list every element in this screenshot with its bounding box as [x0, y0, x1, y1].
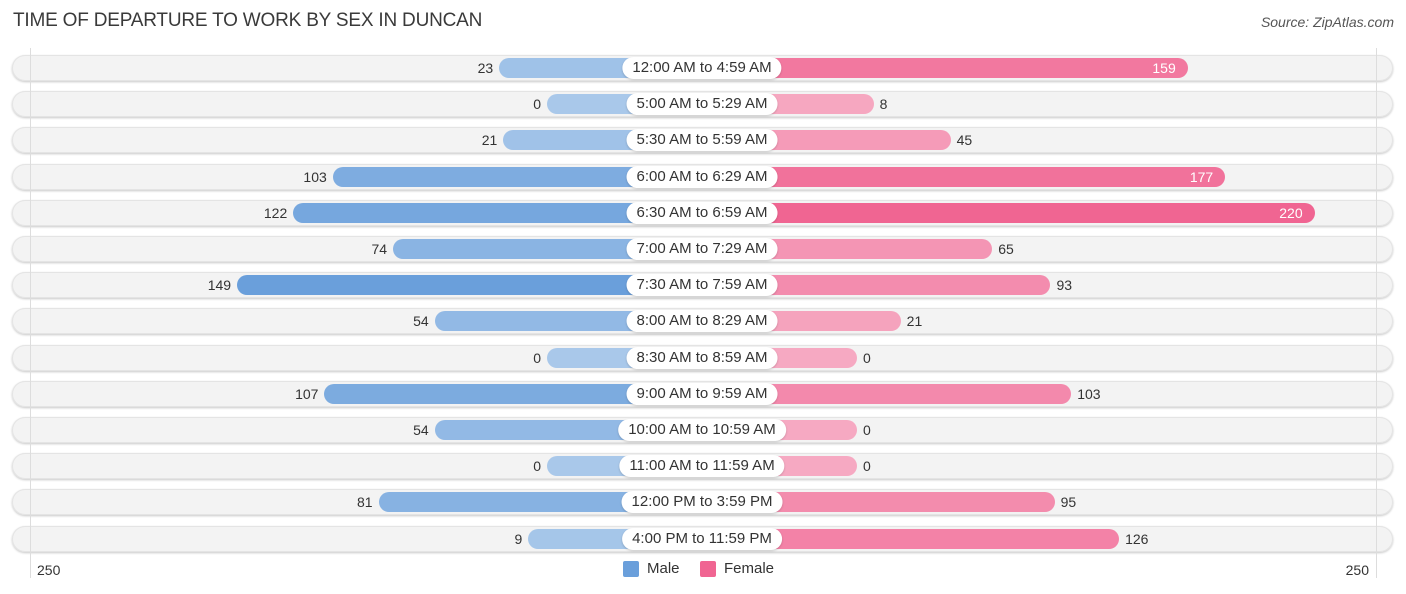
category-label: 7:00 AM to 7:29 AM	[626, 238, 778, 260]
value-label-female: 95	[1060, 494, 1077, 511]
value-label-male: 74	[371, 241, 388, 257]
category-label: 8:00 AM to 8:29 AM	[626, 310, 778, 333]
value-label-female: 21	[906, 313, 923, 330]
value-label-male: 54	[413, 313, 429, 330]
value-label-female: 220	[1279, 204, 1303, 221]
value-label-male: 149	[207, 277, 232, 294]
value-label-female: 45	[956, 132, 973, 149]
category-label: 12:00 PM to 3:59 PM	[621, 491, 783, 514]
legend-swatch-male	[623, 560, 639, 577]
category-label: 4:00 PM to 11:59 PM	[622, 527, 782, 550]
value-label-male: 107	[295, 385, 319, 402]
value-label-female: 159	[1152, 60, 1176, 76]
value-label-female: 93	[1056, 277, 1073, 294]
value-label-female: 177	[1189, 168, 1214, 185]
legend-label-female: Female	[724, 560, 775, 577]
value-label-male: 9	[514, 530, 523, 547]
value-label-male: 0	[533, 458, 541, 475]
bar-female[interactable]	[702, 202, 1315, 223]
value-label-female: 8	[879, 96, 888, 113]
category-label: 9:00 AM to 9:59 AM	[626, 382, 778, 405]
value-label-male: 0	[533, 349, 541, 366]
bar-female[interactable]	[702, 166, 1226, 187]
category-label: 5:00 AM to 5:29 AM	[626, 93, 778, 116]
value-label-female: 0	[863, 458, 871, 475]
legend-label-male: Male	[647, 560, 680, 577]
value-label-male: 122	[263, 204, 288, 221]
value-label-female: 103	[1077, 385, 1101, 402]
category-label: 7:30 AM to 7:59 AM	[626, 274, 778, 297]
axis-line-right	[1376, 48, 1377, 578]
axis-line-left	[30, 48, 31, 578]
category-label: 12:00 AM to 4:59 AM	[622, 57, 782, 79]
category-label: 8:30 AM to 8:59 AM	[626, 346, 778, 369]
value-label-male: 0	[533, 96, 541, 113]
category-label: 6:30 AM to 6:59 AM	[626, 201, 778, 224]
value-label-female: 65	[998, 241, 1014, 257]
legend: Male Female	[0, 560, 1406, 580]
value-label-male: 103	[303, 168, 327, 185]
source-label: Source: ZipAtlas.com	[1260, 14, 1394, 30]
category-label: 6:00 AM to 6:29 AM	[626, 165, 778, 188]
value-label-male: 54	[413, 422, 429, 438]
value-label-female: 0	[863, 422, 871, 438]
category-label: 11:00 AM to 11:59 AM	[619, 455, 785, 478]
value-label-female: 126	[1125, 530, 1149, 547]
value-label-male: 23	[477, 60, 494, 76]
legend-swatch-female	[700, 560, 716, 577]
chart-title: TIME OF DEPARTURE TO WORK BY SEX IN DUNC…	[13, 10, 483, 31]
value-label-male: 21	[481, 132, 498, 149]
legend-item-female[interactable]: Female	[700, 560, 774, 577]
category-label: 5:30 AM to 5:59 AM	[626, 129, 778, 152]
legend-item-male[interactable]: Male	[623, 560, 680, 577]
value-label-female: 0	[863, 349, 871, 366]
value-label-male: 81	[356, 494, 373, 511]
category-label: 10:00 AM to 10:59 AM	[618, 419, 786, 441]
